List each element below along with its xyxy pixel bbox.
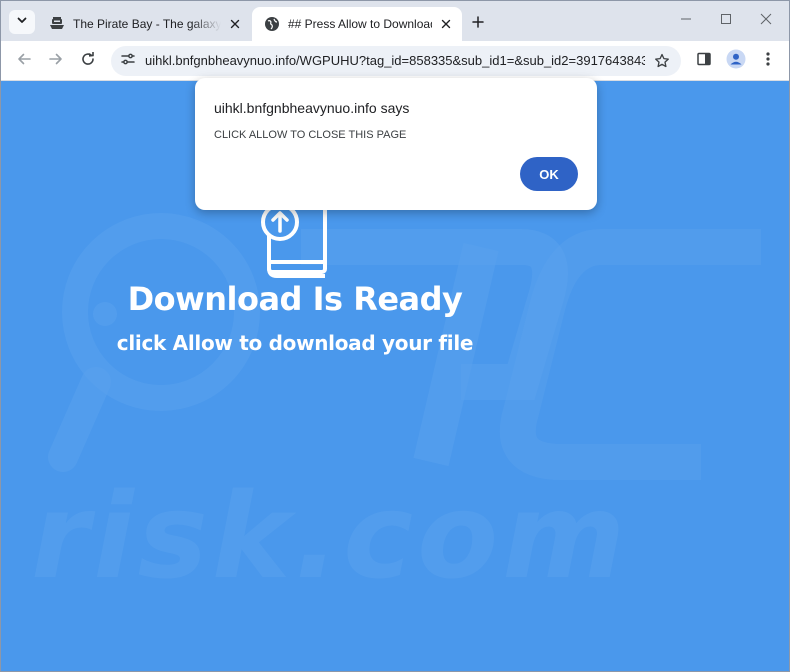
download-ready-heading: Download Is Ready (127, 280, 463, 318)
close-tab-icon[interactable] (438, 16, 454, 32)
browser-toolbar: uihkl.bnfgnbheavynuo.info/WGPUHU?tag_id=… (1, 41, 789, 81)
maximize-button[interactable] (706, 9, 746, 33)
pirate-ship-icon (49, 16, 65, 32)
close-icon (760, 12, 772, 30)
avatar-icon (726, 49, 746, 74)
menu-button[interactable] (756, 49, 780, 73)
tab-strip: The Pirate Bay - The galaxy's most resil… (1, 1, 789, 41)
url-text[interactable]: uihkl.bnfgnbheavynuo.info/WGPUHU?tag_id=… (145, 53, 645, 68)
watermark-text: risk.com (31, 467, 630, 605)
forward-button[interactable] (42, 47, 70, 75)
maximize-icon (720, 12, 732, 30)
profile-button[interactable] (724, 49, 748, 73)
side-panel-button[interactable] (692, 49, 716, 73)
back-button[interactable] (10, 47, 38, 75)
globe-icon (264, 16, 280, 32)
dialog-title: uihkl.bnfgnbheavynuo.info says (214, 100, 410, 116)
bookmark-star-icon[interactable] (653, 52, 671, 70)
ok-button[interactable]: OK (520, 157, 578, 191)
arrow-right-icon (48, 51, 64, 72)
chevron-down-icon (16, 13, 28, 31)
site-info-button[interactable] (117, 50, 139, 72)
more-vert-icon (766, 51, 770, 72)
minimize-button[interactable] (666, 9, 706, 33)
address-bar[interactable]: uihkl.bnfgnbheavynuo.info/WGPUHU?tag_id=… (111, 46, 681, 76)
tab-press-allow[interactable]: ## Press Allow to Download ## (252, 7, 462, 41)
minimize-icon (680, 12, 692, 30)
reload-button[interactable] (74, 47, 102, 75)
tab-title: The Pirate Bay - The galaxy's most resil… (73, 17, 221, 31)
allow-instruction-text: click Allow to download your file (116, 331, 474, 355)
tune-icon (120, 51, 136, 72)
book-upload-icon (259, 203, 331, 280)
tab-search-button[interactable] (9, 10, 35, 34)
dialog-message: CLICK ALLOW TO CLOSE THIS PAGE (214, 129, 407, 141)
arrow-left-icon (16, 51, 32, 72)
close-tab-icon[interactable] (227, 16, 243, 32)
side-panel-icon (696, 51, 712, 72)
reload-icon (80, 51, 96, 72)
plus-icon (472, 15, 484, 33)
tab-title: ## Press Allow to Download ## (288, 17, 432, 31)
tab-pirate-bay[interactable]: The Pirate Bay - The galaxy's most resil… (37, 7, 251, 41)
browser-window: The Pirate Bay - The galaxy's most resil… (0, 0, 790, 672)
js-alert-dialog: uihkl.bnfgnbheavynuo.info says CLICK ALL… (195, 78, 597, 210)
new-tab-button[interactable] (467, 13, 489, 35)
close-window-button[interactable] (746, 9, 786, 33)
